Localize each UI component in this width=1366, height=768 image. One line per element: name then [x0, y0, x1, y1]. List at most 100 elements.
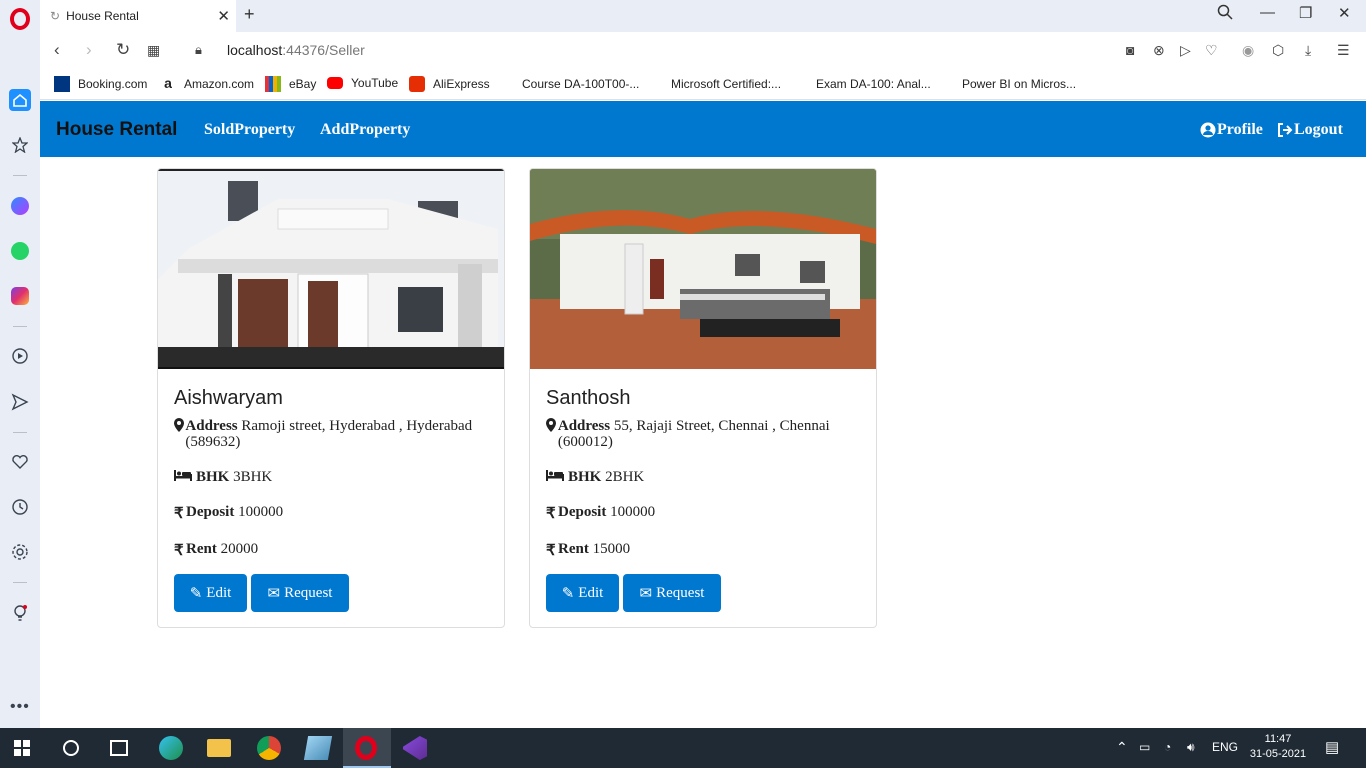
task-view-icon[interactable]: [110, 740, 128, 756]
visual-studio-icon[interactable]: [403, 736, 427, 760]
edit-button[interactable]: ✎ Edit: [174, 574, 247, 612]
request-button[interactable]: ✉ Request: [251, 574, 349, 612]
new-tab-icon[interactable]: +: [244, 4, 255, 25]
rupee-icon: ₹: [546, 506, 556, 522]
rent-value: 15000: [592, 541, 631, 557]
opera-logo[interactable]: [10, 8, 30, 30]
bookmark-ebay[interactable]: eBay: [265, 76, 316, 92]
player-icon[interactable]: [9, 345, 31, 367]
close-window-icon[interactable]: ✕: [1338, 4, 1351, 22]
booking-icon: [54, 76, 70, 92]
share-icon[interactable]: ▷: [1180, 42, 1191, 59]
clock-time: 11:47: [1264, 733, 1292, 745]
file-explorer-icon[interactable]: [207, 739, 231, 757]
bed-icon: [546, 469, 568, 486]
bhk-row: BHK 3BHK: [174, 469, 488, 486]
logout-link[interactable]: Logout: [1277, 121, 1343, 139]
chevron-up-icon[interactable]: ⌃: [1116, 739, 1128, 756]
youtube-icon: [327, 77, 343, 89]
menu-icon[interactable]: ☰: [1337, 42, 1350, 59]
request-button[interactable]: ✉ Request: [623, 574, 721, 612]
bookmark-youtube[interactable]: YouTube: [327, 76, 398, 90]
aliexpress-icon: [409, 76, 425, 92]
lightbulb-icon[interactable]: [9, 602, 31, 624]
browser-sidebar: •••: [0, 0, 40, 728]
volume-icon[interactable]: 🔊︎: [1187, 740, 1195, 755]
adblock-icon[interactable]: ⊗: [1153, 42, 1165, 59]
bookmark-ms-certified[interactable]: Microsoft Certified:...: [647, 76, 781, 92]
more-icon[interactable]: •••: [10, 698, 30, 716]
close-tab-icon[interactable]: ✕: [217, 7, 230, 25]
property-name: Santhosh: [546, 387, 631, 409]
bookmark-exam[interactable]: Exam DA-100: Anal...: [792, 76, 931, 92]
address-bar: ‹ › ↻ ▦ 🔒︎ localhost:44376/Seller ◙ ⊗ ▷ …: [40, 32, 1366, 68]
forward-icon[interactable]: ›: [86, 40, 92, 60]
loading-icon: ↻: [50, 9, 61, 23]
edit-button[interactable]: ✎ Edit: [546, 574, 619, 612]
bookmark-aliexpress[interactable]: AliExpress: [409, 76, 490, 92]
home-icon[interactable]: [9, 89, 31, 111]
nav-add-property[interactable]: AddProperty: [320, 121, 410, 139]
bookmark-course[interactable]: Course DA-100T00-...: [498, 76, 639, 92]
send-icon[interactable]: [9, 391, 31, 413]
speed-dial-icon[interactable]: [9, 134, 31, 156]
rupee-icon: ₹: [546, 543, 556, 559]
clock[interactable]: 11:47 31-05-2021: [1248, 732, 1308, 762]
search-tabs-icon[interactable]: [1217, 4, 1233, 24]
address-label: Address: [185, 418, 238, 434]
bhk-label: BHK: [196, 469, 230, 485]
envelope-icon: ✉: [639, 585, 653, 602]
rent-value: 20000: [220, 541, 259, 557]
windows-start-icon[interactable]: [14, 740, 30, 756]
wifi-icon[interactable]: ◔: [1164, 740, 1171, 754]
nav-sold-property[interactable]: SoldProperty: [204, 121, 295, 139]
chrome-icon[interactable]: [257, 736, 281, 760]
reload-icon[interactable]: ↻: [116, 40, 130, 60]
extensions-icon[interactable]: ⬡: [1272, 42, 1284, 59]
bookmark-powerbi[interactable]: Power BI on Micros...: [938, 76, 1076, 92]
bookmark-heart-icon[interactable]: ♡: [1205, 42, 1218, 59]
back-icon[interactable]: ‹: [54, 40, 60, 60]
messenger-icon[interactable]: [9, 195, 31, 217]
url-field[interactable]: localhost:44376/Seller: [227, 42, 365, 58]
camera-icon[interactable]: ◙: [1126, 42, 1134, 58]
lock-icon[interactable]: 🔒︎: [195, 42, 202, 58]
deposit-value: 100000: [238, 504, 284, 520]
card-body: Aishwaryam Address Ramoji street, Hydera…: [158, 369, 504, 576]
battery-icon[interactable]: ▭: [1139, 740, 1150, 754]
download-icon[interactable]: ⤓: [1305, 42, 1311, 59]
tiles-icon[interactable]: ▦: [147, 42, 160, 59]
rupee-icon: ₹: [174, 543, 184, 559]
address-row: Address 55, Rajaji Street, Chennai , Che…: [546, 418, 860, 450]
notifications-icon[interactable]: ▤: [1325, 738, 1339, 756]
bookmark-amazon[interactable]: a Amazon.com: [160, 76, 254, 92]
tab-house-rental[interactable]: ↻ House Rental ✕: [40, 0, 236, 32]
rent-row: ₹ Rent 20000: [174, 541, 488, 560]
card-body: Santhosh Address 55, Rajaji Street, Chen…: [530, 369, 876, 576]
microsoft-icon: [647, 76, 663, 92]
heart-icon[interactable]: [9, 451, 31, 473]
settings-icon[interactable]: [9, 541, 31, 563]
history-icon[interactable]: [9, 496, 31, 518]
opera-icon[interactable]: [355, 736, 377, 760]
user-circle-icon: [1200, 122, 1216, 138]
amazon-icon: a: [164, 75, 172, 91]
restore-icon[interactable]: ❐: [1299, 4, 1312, 22]
notes-app-icon[interactable]: [303, 736, 333, 760]
bhk-value: 2BHK: [605, 469, 645, 485]
instagram-icon[interactable]: [9, 285, 31, 307]
envelope-icon: ✉: [267, 585, 281, 602]
microsoft-icon: [938, 76, 954, 92]
profile-link[interactable]: Profile: [1200, 121, 1263, 139]
whatsapp-icon[interactable]: [9, 240, 31, 262]
bed-icon: [174, 469, 196, 486]
minimize-icon[interactable]: —: [1260, 4, 1275, 21]
language-indicator[interactable]: ENG: [1212, 740, 1238, 754]
edge-icon[interactable]: [159, 736, 183, 760]
search-icon[interactable]: [63, 740, 79, 756]
tab-strip: ↻ House Rental ✕ + — ❐ ✕: [40, 0, 1366, 32]
bookmark-booking[interactable]: Booking.com: [54, 76, 147, 92]
speed-icon[interactable]: ◉: [1242, 42, 1254, 59]
house-photo: [530, 169, 876, 369]
brand-link[interactable]: House Rental: [56, 119, 177, 141]
